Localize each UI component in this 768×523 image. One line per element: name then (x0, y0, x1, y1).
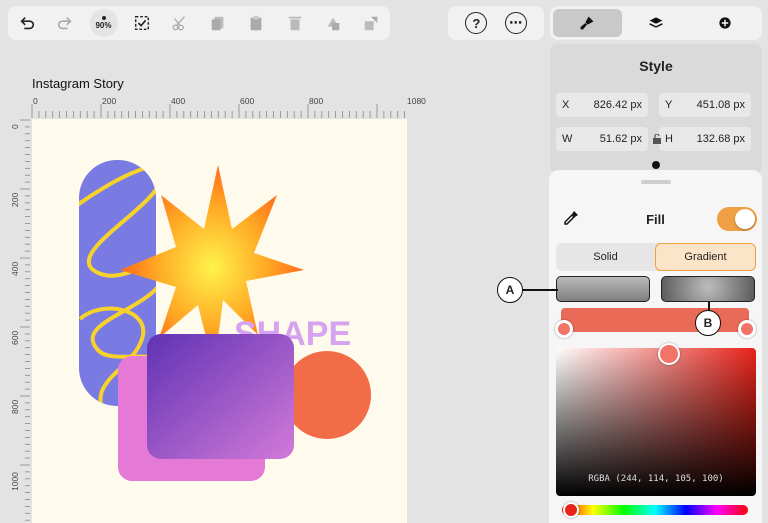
ruler-label: 200 (10, 192, 20, 207)
duplicate-icon (327, 17, 340, 31)
copy-button[interactable] (199, 8, 237, 38)
trash-icon (288, 16, 301, 31)
undo-icon (20, 17, 35, 30)
style-panel: Style X 826.42 px Y 451.08 px W 51.62 px… (550, 44, 762, 174)
callout-a-line (522, 289, 558, 291)
select-button[interactable] (123, 8, 161, 38)
undo-button[interactable] (8, 8, 46, 38)
zoom-indicator: 90% (89, 9, 118, 37)
tab-layers[interactable] (622, 9, 691, 37)
vertical-ruler: 0 200 400 600 800 1000 (6, 118, 30, 523)
y-field[interactable]: Y 451.08 px (659, 93, 751, 117)
artwork: SHAPE (79, 160, 371, 481)
h-field[interactable]: H 132.68 px (659, 127, 751, 151)
zoom-button[interactable]: 90% (84, 8, 122, 38)
horizontal-ruler: 0 200 400 600 800 1080 (30, 94, 426, 118)
select-icon (134, 15, 149, 31)
export-icon (364, 16, 378, 31)
scissors-icon (172, 16, 185, 31)
more-icon: ⋯ (509, 15, 523, 30)
gradient-stop-left[interactable] (555, 320, 573, 338)
delete-button[interactable] (275, 8, 313, 38)
callout-a: A (497, 277, 523, 303)
x-label: X (562, 99, 570, 111)
cut-button[interactable] (161, 8, 199, 38)
color-picker-handle[interactable] (658, 343, 680, 365)
ruler-label: 400 (10, 261, 20, 276)
sheet-grabber[interactable] (641, 180, 671, 184)
shape-circle[interactable] (283, 351, 371, 439)
hue-slider[interactable] (562, 505, 748, 515)
help-icon: ? (472, 15, 481, 31)
x-field[interactable]: X 826.42 px (556, 93, 648, 117)
fill-sheet: Fill Solid Gradient RGBA (244, 114, 105,… (549, 170, 762, 523)
y-label: Y (665, 99, 673, 111)
redo-button[interactable] (46, 8, 84, 38)
style-panel-title: Style (639, 58, 673, 74)
panel-tabs (550, 6, 762, 40)
ruler-label: 1080 (407, 96, 426, 106)
help-button[interactable]: ? (465, 12, 488, 34)
gradient-button[interactable]: Gradient (655, 243, 756, 271)
hue-slider-handle[interactable] (563, 502, 579, 518)
artboard-canvas[interactable]: SHAPE (32, 119, 407, 523)
export-button[interactable] (352, 8, 390, 38)
duplicate-button[interactable] (314, 8, 352, 38)
solid-button[interactable]: Solid (556, 243, 655, 271)
more-button[interactable]: ⋯ (504, 12, 527, 34)
w-label: W (562, 133, 573, 145)
h-value: 132.68 px (696, 133, 745, 145)
ruler-label: 0 (33, 96, 38, 106)
radial-gradient-swatch[interactable] (661, 276, 755, 302)
x-value: 826.42 px (593, 99, 642, 111)
ruler-label: 800 (10, 399, 20, 414)
h-label: H (665, 133, 673, 145)
help-toolbar: ? ⋯ (448, 6, 544, 40)
paste-button[interactable] (237, 8, 275, 38)
main-toolbar: 90% (8, 6, 390, 40)
ruler-label: 1000 (10, 472, 20, 491)
fill-toggle[interactable] (717, 207, 757, 231)
tab-style[interactable] (553, 9, 622, 37)
y-value: 451.08 px (696, 99, 745, 111)
ruler-label: 400 (171, 96, 186, 106)
w-value: 51.62 px (599, 133, 642, 145)
rgba-readout: RGBA (244, 114, 105, 100) (588, 474, 724, 484)
paste-icon (250, 15, 262, 31)
ruler-label: 200 (102, 96, 117, 106)
unlock-icon[interactable] (652, 134, 662, 144)
brush-icon (580, 16, 594, 30)
ruler-label: 600 (240, 96, 255, 106)
redo-icon (58, 17, 72, 30)
copy-icon (211, 16, 224, 31)
document-title: Instagram Story (32, 76, 124, 91)
zoom-label: 90% (95, 21, 112, 30)
ruler-label: 600 (10, 330, 20, 345)
ruler-label: 800 (309, 96, 324, 106)
callout-b: B (695, 310, 721, 336)
w-field[interactable]: W 51.62 px (556, 127, 648, 151)
toggle-knob (735, 209, 755, 229)
shape-purple-rect[interactable] (147, 334, 294, 459)
gradient-stop-right[interactable] (738, 320, 756, 338)
fill-mode-segmented: Solid Gradient (556, 243, 756, 271)
layers-icon (649, 17, 663, 28)
sheet-drag-knob[interactable] (652, 161, 660, 169)
ruler-label: 0 (10, 124, 20, 129)
tab-add[interactable] (690, 9, 759, 37)
linear-gradient-swatch[interactable] (556, 276, 650, 302)
plus-circle-icon (719, 17, 731, 29)
